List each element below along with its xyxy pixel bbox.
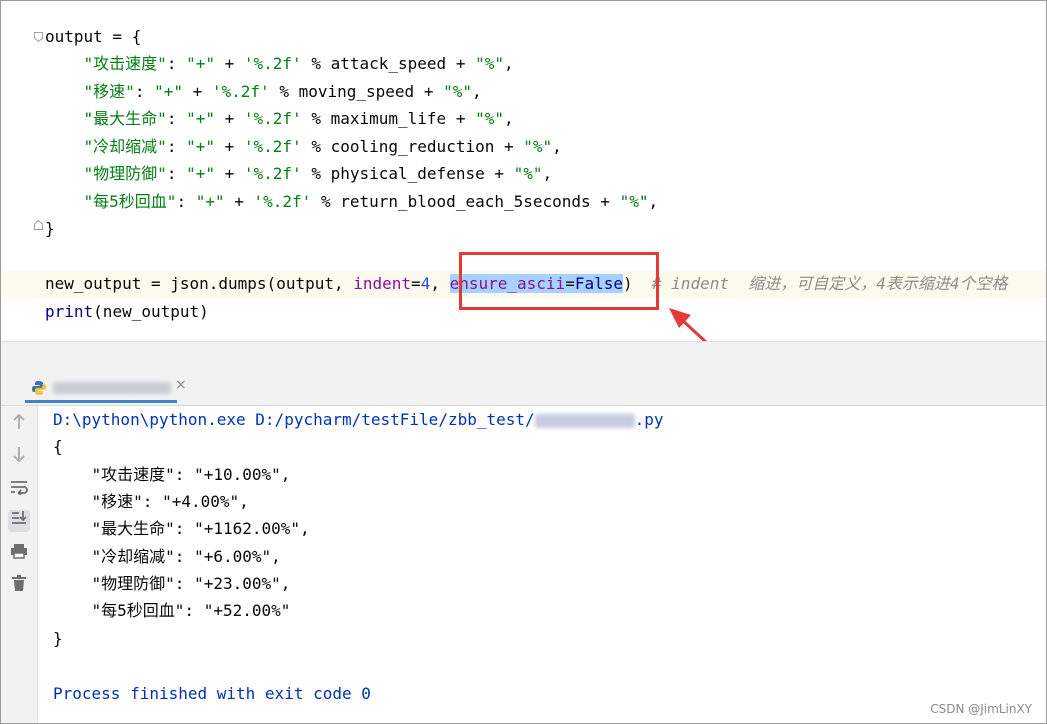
panel-separator[interactable] bbox=[1, 341, 1046, 370]
code-line: "冷却缩减": "+" + '%.2f' % cooling_reduction… bbox=[83, 137, 562, 156]
console-output-line: "冷却缩减": "+6.00%", bbox=[53, 547, 281, 566]
python-icon bbox=[32, 381, 46, 395]
watermark: CSDN @JimLinXY bbox=[930, 702, 1032, 716]
code-line: } bbox=[45, 219, 55, 238]
run-console[interactable]: D:\python\python.exe D:/pycharm/testFile… bbox=[38, 406, 1046, 723]
code-line: "移速": "+" + '%.2f' % moving_speed + "%", bbox=[83, 82, 482, 101]
scroll-to-end-icon[interactable] bbox=[8, 510, 30, 532]
fold-close-icon[interactable] bbox=[34, 220, 43, 230]
fold-open-icon[interactable] bbox=[34, 32, 43, 42]
arrow-down-icon[interactable] bbox=[8, 446, 30, 468]
code-line: "最大生命": "+" + '%.2f' % maximum_life + "%… bbox=[83, 109, 514, 128]
run-tab-bar: × bbox=[1, 369, 1046, 406]
arrow-up-icon[interactable] bbox=[8, 413, 30, 436]
soft-wrap-icon[interactable] bbox=[8, 479, 30, 501]
console-command-line: D:\python\python.exe D:/pycharm/testFile… bbox=[53, 410, 664, 429]
run-tab[interactable]: × bbox=[25, 373, 187, 403]
code-comment: # indent 缩进，可自定义，4表示缩进4个空格 bbox=[651, 274, 1008, 293]
close-icon[interactable]: × bbox=[175, 377, 187, 393]
console-output-line: "攻击速度": "+10.00%", bbox=[53, 465, 291, 484]
code-line-print: print(new_output) bbox=[45, 302, 209, 321]
code-editor[interactable]: output = { "攻击速度": "+" + '%.2f' % attack… bbox=[1, 1, 1046, 381]
filename-redacted bbox=[534, 413, 635, 428]
run-toolbar bbox=[1, 406, 38, 723]
annotation-highlight-box bbox=[459, 252, 659, 310]
console-exit-message: Process finished with exit code 0 bbox=[53, 684, 371, 703]
console-output-line: "最大生命": "+1162.00%", bbox=[53, 519, 310, 538]
tab-title-redacted bbox=[53, 382, 171, 394]
code-line: "攻击速度": "+" + '%.2f' % attack_speed + "%… bbox=[83, 54, 514, 73]
console-output-line: } bbox=[53, 629, 63, 648]
code-line: "每5秒回血": "+" + '%.2f' % return_blood_eac… bbox=[83, 192, 659, 211]
console-output-line: "每5秒回血": "+52.00%" bbox=[53, 601, 291, 620]
console-output-line: "移速": "+4.00%", bbox=[53, 492, 249, 511]
trash-icon[interactable] bbox=[8, 574, 30, 596]
code-line: output = { bbox=[45, 27, 142, 46]
console-output-line: "物理防御": "+23.00%", bbox=[53, 574, 291, 593]
print-icon[interactable] bbox=[8, 543, 30, 565]
app-window: output = { "攻击速度": "+" + '%.2f' % attack… bbox=[0, 0, 1047, 724]
code-line: "物理防御": "+" + '%.2f' % physical_defense … bbox=[83, 164, 553, 183]
console-output-line: { bbox=[53, 437, 63, 456]
